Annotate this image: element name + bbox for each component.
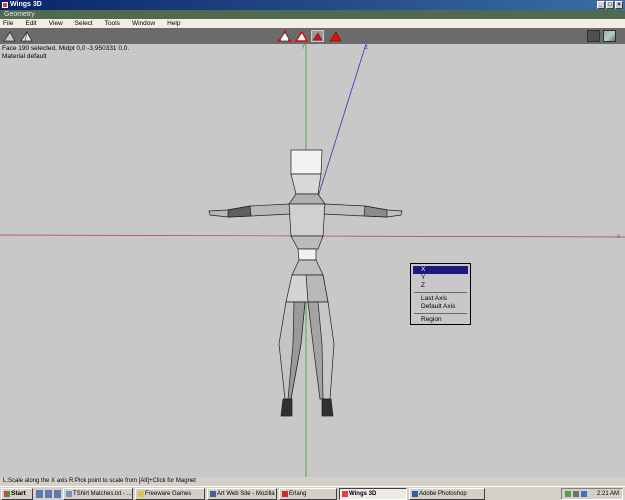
- right-foot: [321, 398, 334, 417]
- menu-window[interactable]: Window: [132, 19, 155, 28]
- perspective-icon[interactable]: [20, 30, 33, 42]
- vertex-mode-icon[interactable]: [278, 30, 291, 42]
- geometry-viewport[interactable]: y z x Face 190 selected, Midpt 0,0 -3,95…: [0, 44, 625, 477]
- task-label: Adobe Photoshop: [419, 490, 467, 497]
- menubar: File Edit View Select Tools Window Help: [0, 19, 625, 28]
- photoshop-icon: [412, 490, 418, 497]
- quick-launch-icon[interactable]: [54, 489, 61, 498]
- waist: [290, 235, 324, 250]
- smooth-preview-icon[interactable]: [3, 30, 16, 42]
- maximize-button[interactable]: □: [606, 1, 614, 9]
- menu-item-region[interactable]: Region: [413, 316, 468, 324]
- toolbar: [0, 28, 625, 44]
- browser-icon: [210, 490, 216, 497]
- wings-icon: [342, 490, 348, 497]
- quick-launch: [36, 489, 61, 498]
- system-tray: 2:21 AM: [561, 487, 623, 500]
- task-label: Wings 3D: [349, 490, 377, 497]
- task-label: Erlang: [289, 490, 307, 497]
- app-icon: [2, 2, 8, 8]
- clock: 2:21 AM: [596, 490, 619, 497]
- erlang-icon: [282, 490, 288, 497]
- menu-select[interactable]: Select: [75, 19, 93, 28]
- neck: [288, 193, 326, 205]
- wings3d-screen: Wings 3D _ □ × Geometry File Edit View S…: [0, 0, 625, 500]
- task-art-web-site[interactable]: Art Web Site - Mozilla: [207, 487, 277, 500]
- head-face-selected: [290, 149, 323, 175]
- body-mode-icon[interactable]: [329, 30, 342, 42]
- window-title: Wings 3D: [10, 1, 42, 8]
- menu-edit[interactable]: Edit: [25, 19, 36, 28]
- status-bar: L:Scale along the X axis R:Pick point to…: [0, 477, 625, 486]
- menu-separator: [414, 292, 467, 293]
- network-icon[interactable]: [565, 490, 571, 497]
- close-button[interactable]: ×: [615, 1, 623, 9]
- waist-selected: [297, 248, 317, 261]
- task-wings3d[interactable]: Wings 3D: [339, 487, 407, 500]
- edge-mode-icon[interactable]: [295, 30, 308, 42]
- model-canvas[interactable]: y z x: [0, 44, 625, 477]
- chest: [288, 203, 326, 237]
- y-axis-label: y: [302, 44, 305, 49]
- axis-context-menu: X Y Z Last Axis Default Axis Region: [410, 263, 471, 325]
- task-label: Freeware Games: [145, 490, 192, 497]
- tray-app-icon[interactable]: [581, 490, 587, 497]
- menu-item-default-axis[interactable]: Default Axis: [413, 303, 468, 311]
- task-label: TShirt Matches.txt - ...: [73, 490, 132, 497]
- figure-model: [208, 149, 403, 417]
- menu-separator: [414, 313, 467, 314]
- ground-plane-icon[interactable]: [587, 30, 600, 42]
- x-axis-label: x: [617, 234, 620, 240]
- taskbar: Start TShirt Matches.txt - ... Freeware …: [0, 486, 625, 500]
- right-arm: [323, 203, 403, 218]
- minimize-button[interactable]: _: [597, 1, 605, 9]
- task-label: Art Web Site - Mozilla: [217, 490, 275, 497]
- menu-item-z-axis[interactable]: Z: [413, 282, 468, 290]
- start-button[interactable]: Start: [1, 487, 33, 500]
- menu-tools[interactable]: Tools: [105, 19, 120, 28]
- face-mode-icon[interactable]: [311, 30, 324, 42]
- notepad-icon: [66, 490, 72, 497]
- task-erlang[interactable]: Erlang: [279, 487, 337, 500]
- quick-launch-icon[interactable]: [36, 489, 43, 498]
- window-titlebar: Wings 3D _ □ ×: [0, 0, 625, 10]
- volume-icon[interactable]: [573, 490, 579, 497]
- material-status-line: Material default: [2, 53, 47, 60]
- task-freeware-games[interactable]: Freeware Games: [135, 487, 205, 500]
- hips: [291, 259, 324, 276]
- quick-launch-icon[interactable]: [45, 489, 52, 498]
- menu-item-last-axis[interactable]: Last Axis: [413, 295, 468, 303]
- menu-item-x-axis[interactable]: X: [413, 266, 468, 274]
- folder-icon: [138, 490, 144, 497]
- task-tshirt-matches[interactable]: TShirt Matches.txt - ...: [63, 487, 133, 500]
- left-foot: [280, 398, 293, 417]
- axes-toggle-icon[interactable]: [603, 30, 616, 42]
- menu-item-y-axis[interactable]: Y: [413, 274, 468, 282]
- windows-flag-icon: [4, 490, 10, 497]
- task-adobe-photoshop[interactable]: Adobe Photoshop: [409, 487, 485, 500]
- menu-view[interactable]: View: [49, 19, 63, 28]
- head-lower: [290, 173, 322, 195]
- menu-help[interactable]: Help: [167, 19, 180, 28]
- start-label: Start: [11, 489, 26, 497]
- selection-status-line: Face 190 selected, Midpt 0,0 -3,950331 0…: [2, 45, 130, 52]
- selection-info: Face 190 selected, Midpt 0,0 -3,950331 0…: [2, 45, 129, 61]
- geometry-window-title: Geometry: [0, 10, 625, 19]
- menu-file[interactable]: File: [3, 19, 13, 28]
- z-axis-label: z: [365, 45, 368, 51]
